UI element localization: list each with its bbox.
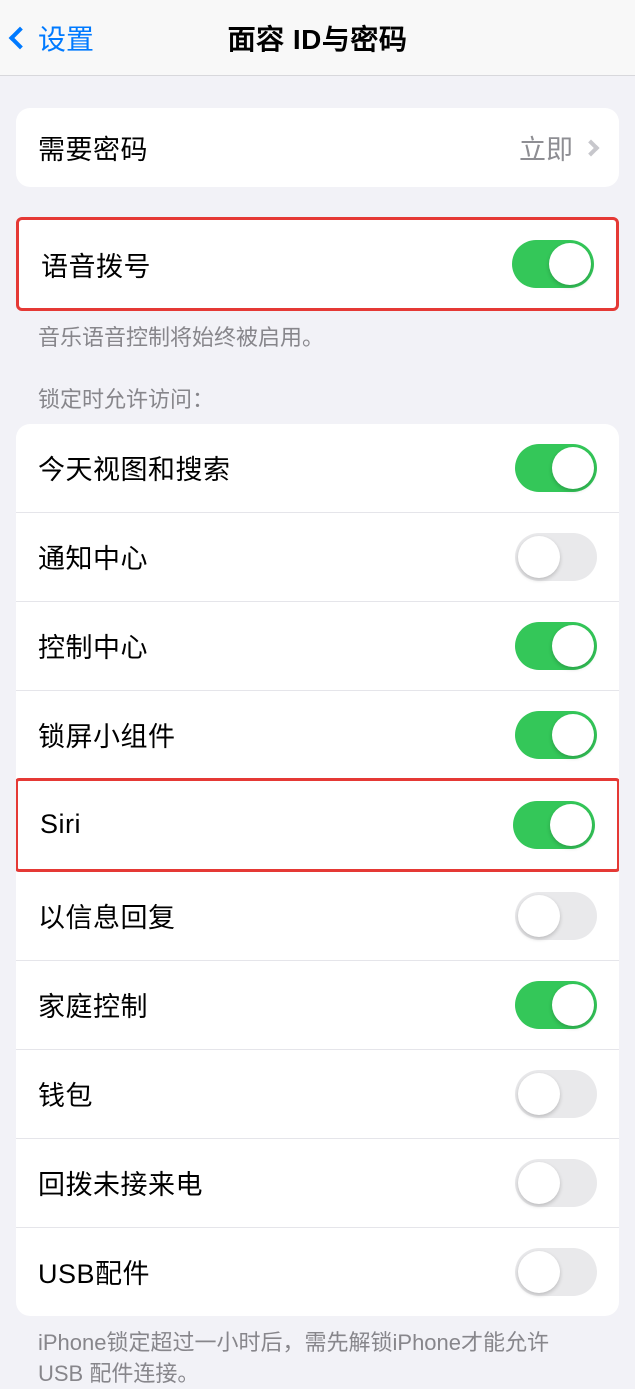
row-locked-access-item: 通知中心: [16, 512, 619, 601]
group-locked-access: 今天视图和搜索通知中心控制中心锁屏小组件 Siri 以信息回复家庭控制钱包回拨未接来…: [16, 424, 619, 1316]
chevron-right-icon: [583, 139, 600, 156]
toggle-knob: [552, 714, 594, 756]
row-locked-access-item: 钱包: [16, 1049, 619, 1138]
toggle-knob: [518, 895, 560, 937]
locked-access-item-toggle[interactable]: [515, 892, 597, 940]
row-require-passcode[interactable]: 需要密码 立即: [16, 108, 619, 187]
toggle-knob: [549, 243, 591, 285]
locked-access-item-toggle[interactable]: [515, 533, 597, 581]
toggle-knob: [552, 984, 594, 1026]
chevron-left-icon: [9, 26, 32, 49]
toggle-knob: [552, 625, 594, 667]
locked-access-item-toggle[interactable]: [515, 444, 597, 492]
row-locked-access-item: USB配件: [16, 1227, 619, 1316]
toggle-knob: [550, 804, 592, 846]
row-voice-dial: 语音拨号: [19, 220, 616, 308]
locked-access-item-label: 控制中心: [38, 626, 148, 665]
toggle-knob: [552, 447, 594, 489]
locked-access-item-label: 以信息回复: [38, 896, 176, 935]
locked-access-item-label: Siri: [40, 809, 81, 840]
locked-access-header: 锁定时允许访问：: [16, 354, 619, 424]
toggle-knob: [518, 1073, 560, 1115]
navigation-bar: 设置 面容 ID与密码: [0, 0, 635, 76]
locked-access-item-label: 今天视图和搜索: [38, 448, 231, 487]
row-locked-access-item: 回拨未接来电: [16, 1138, 619, 1227]
locked-access-item-toggle[interactable]: [515, 1159, 597, 1207]
voice-dial-label: 语音拨号: [41, 245, 151, 284]
toggle-knob: [518, 1162, 560, 1204]
locked-access-item-toggle[interactable]: [515, 1070, 597, 1118]
page-title: 面容 ID与密码: [228, 18, 408, 58]
locked-access-item-label: 通知中心: [38, 537, 148, 576]
row-locked-access-item: 锁屏小组件: [16, 690, 619, 779]
locked-access-item-label: USB配件: [38, 1252, 150, 1291]
voice-dial-footer: 音乐语音控制将始终被启用。: [16, 311, 619, 354]
locked-access-item-toggle[interactable]: [515, 1248, 597, 1296]
require-passcode-label: 需要密码: [38, 128, 148, 167]
voice-dial-toggle[interactable]: [512, 240, 594, 288]
locked-access-item-label: 钱包: [38, 1074, 93, 1113]
require-passcode-value: 立即: [519, 128, 573, 167]
locked-access-item-label: 回拨未接来电: [38, 1163, 203, 1202]
row-locked-access-item: 家庭控制: [16, 960, 619, 1049]
row-locked-access-item: 控制中心: [16, 601, 619, 690]
toggle-knob: [518, 536, 560, 578]
group-voice-dial: 语音拨号: [16, 217, 619, 311]
locked-access-footer: iPhone锁定超过一小时后，需先解锁iPhone才能允许 USB 配件连接。: [16, 1316, 619, 1389]
toggle-knob: [518, 1251, 560, 1293]
row-locked-access-item: Siri: [16, 778, 619, 872]
row-locked-access-item: 以信息回复: [16, 871, 619, 960]
back-label: 设置: [38, 18, 94, 58]
locked-access-item-toggle[interactable]: [515, 622, 597, 670]
back-button[interactable]: 设置: [0, 18, 94, 58]
group-require-passcode: 需要密码 立即: [16, 108, 619, 187]
locked-access-item-label: 家庭控制: [38, 985, 148, 1024]
locked-access-item-toggle[interactable]: [515, 981, 597, 1029]
row-locked-access-item: 今天视图和搜索: [16, 424, 619, 512]
locked-access-item-toggle[interactable]: [515, 711, 597, 759]
locked-access-item-label: 锁屏小组件: [38, 715, 176, 754]
locked-access-item-toggle[interactable]: [513, 801, 595, 849]
